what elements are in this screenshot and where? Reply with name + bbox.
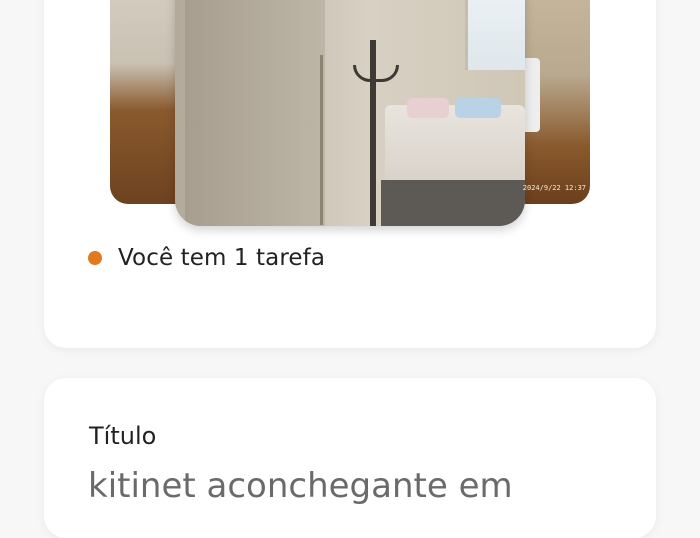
- title-field-card[interactable]: Título kitinet aconchegante em: [44, 378, 656, 538]
- task-status-dot: [88, 251, 102, 265]
- tasks-label: Você tem 1 tarefa: [118, 245, 326, 271]
- listing-photo-cover[interactable]: [175, 0, 525, 226]
- listing-photos-card[interactable]: 2024/9/22 12:37 Você tem 1 tarefa: [44, 0, 656, 348]
- photo-bed-frame: [381, 180, 525, 226]
- title-field-value[interactable]: kitinet aconchegante em: [88, 466, 513, 506]
- photo-door-edge: [320, 55, 323, 225]
- tasks-indicator[interactable]: Você tem 1 tarefa: [88, 240, 325, 276]
- photo-pillow: [455, 98, 501, 118]
- photo-wall: [185, 0, 325, 226]
- photo-window: [465, 0, 525, 70]
- photo-pillow: [407, 98, 449, 118]
- title-field-label: Título: [89, 422, 157, 450]
- photo-coat-rack-arm: [353, 65, 399, 82]
